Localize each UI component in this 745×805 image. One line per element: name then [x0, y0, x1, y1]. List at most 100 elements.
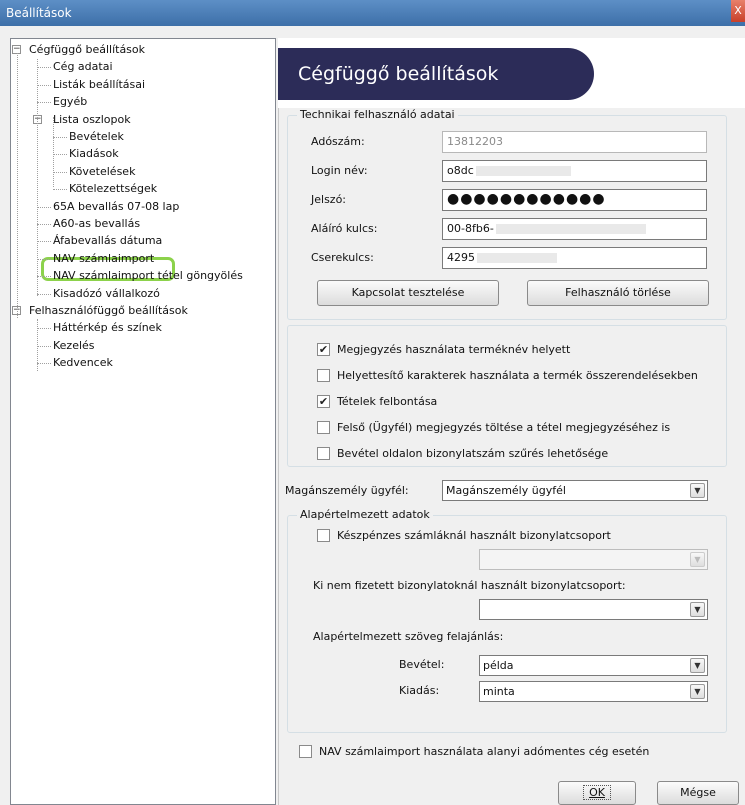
tree-item-afa[interactable]: Áfabevallás dátuma — [53, 232, 162, 249]
jelszo-field[interactable]: ●●●●●●●●●●●● — [442, 189, 707, 211]
redacted-blur — [495, 224, 646, 234]
felbontas-checkbox[interactable]: ✔ — [317, 395, 330, 408]
bevetel-value: példa — [483, 659, 514, 672]
window-titlebar: Beállítások X — [0, 0, 745, 26]
chevron-down-icon[interactable]: ▼ — [690, 552, 705, 567]
megjegyzes-label: Megjegyzés használata terméknév helyett — [337, 343, 571, 356]
settings-tree: Cégfüggő beállítások − Cég adatai Listák be… — [10, 38, 276, 805]
bevetel-select[interactable]: példa ▼ — [479, 655, 708, 676]
felso-label: Felső (Ügyfél) megjegyzés töltése a téte… — [337, 421, 671, 434]
login-value: o8dc — [447, 164, 474, 177]
keszpenz-select[interactable]: ▼ — [479, 549, 708, 570]
tree-item-lista-oszlopok[interactable]: Lista oszlopok — [53, 111, 131, 128]
tree-connector — [37, 276, 51, 278]
tree-connector — [37, 59, 38, 296]
tree-item-kovetelesek[interactable]: Követelések — [69, 163, 135, 180]
csere-label: Cserekulcs: — [311, 251, 374, 264]
chevron-down-icon[interactable]: ▼ — [690, 602, 705, 617]
ki-nem-label: Ki nem fizetett bizonylatoknál használt … — [313, 579, 626, 592]
helyettesito-label: Helyettesítő karakterek használata a ter… — [337, 369, 698, 382]
csere-value: 4295 — [447, 251, 475, 264]
close-button[interactable]: X — [731, 0, 745, 22]
felso-checkbox[interactable] — [317, 421, 330, 434]
tree-item-ceg-adatai[interactable]: Cég adatai — [53, 58, 113, 75]
tree-item-nav-gongyoles[interactable]: NAV számlaimport tétel göngyölés — [53, 267, 243, 284]
tree-item-label: Felhasználófüggő beállítások — [29, 304, 188, 317]
tree-connector — [53, 189, 67, 191]
tree-item-cegfuggo[interactable]: Cégfüggő beállítások — [29, 41, 145, 58]
tree-connector — [37, 67, 51, 69]
kiadas-value: minta — [483, 685, 515, 698]
tree-item-label: Kedvencek — [53, 356, 113, 370]
chevron-down-icon[interactable]: ▼ — [690, 658, 705, 673]
redacted-blur — [475, 166, 571, 176]
defaults-legend: Alapértelmezett adatok — [297, 508, 433, 521]
maganszemely-select[interactable]: Magánszemély ügyfél ▼ — [442, 480, 708, 501]
tree-item-label: Kiadások — [69, 147, 119, 161]
cancel-button[interactable]: Mégse — [657, 781, 739, 805]
kiadas-label: Kiadás: — [399, 684, 440, 697]
chevron-down-icon[interactable]: ▼ — [690, 483, 705, 498]
checkmark-icon: ✔ — [318, 395, 329, 408]
tree-item-label: Kötelezettségek — [69, 182, 158, 196]
tree-item-kiadasok[interactable]: Kiadások — [69, 145, 119, 162]
delete-user-button[interactable]: Felhasználó törlése — [527, 280, 709, 306]
csere-field[interactable]: 4295 — [442, 247, 707, 269]
tree-connector — [37, 363, 51, 365]
tree-item-kedvencek[interactable]: Kedvencek — [53, 354, 113, 371]
tree-item-label: 65A bevallás 07-08 lap — [53, 199, 180, 213]
tree-item-a60[interactable]: A60-as bevallás — [53, 215, 140, 232]
close-icon: X — [734, 4, 742, 17]
tree-item-label: Áfabevallás dátuma — [53, 234, 163, 248]
helyettesito-checkbox[interactable] — [317, 369, 330, 382]
login-label: Login név: — [311, 164, 368, 177]
bevetel-szures-checkbox[interactable] — [317, 447, 330, 460]
panel-content: Technikai felhasználó adatai Adószám: 13… — [278, 108, 745, 805]
tree-connector — [17, 53, 18, 318]
login-field[interactable]: o8dc — [442, 160, 707, 182]
tree-connector — [37, 345, 51, 347]
technical-user-legend: Technikai felhasználó adatai — [297, 108, 458, 121]
ki-nem-select[interactable]: ▼ — [479, 599, 708, 620]
tree-item-egyeb[interactable]: Egyéb — [53, 93, 87, 110]
tree-connector — [37, 319, 38, 371]
tree-item-kisadozo[interactable]: Kisadózó vállalkozó — [53, 285, 160, 302]
tree-item-65a[interactable]: 65A bevallás 07-08 lap — [53, 198, 179, 215]
tree-item-label: Bevételek — [69, 130, 124, 143]
maganszemely-label: Magánszemély ügyfél: — [285, 484, 409, 497]
redacted-blur — [477, 253, 557, 263]
maganszemely-value: Magánszemély ügyfél — [446, 484, 566, 497]
bevetel-szures-label: Bevétel oldalon bizonylatszám szűrés leh… — [337, 447, 609, 460]
tree-connector — [37, 84, 51, 86]
tree-item-listak[interactable]: Listák beállításai — [53, 76, 145, 93]
tree-item-kezeles[interactable]: Kezelés — [53, 337, 95, 354]
tree-item-bevetelek[interactable]: Bevételek — [69, 128, 124, 145]
alairo-field[interactable]: 00-8fb6- — [442, 218, 707, 240]
alairo-label: Aláíró kulcs: — [311, 222, 378, 235]
tree-item-kotelezettsegek[interactable]: Kötelezettségek — [69, 180, 157, 197]
ok-button[interactable]: OK — [558, 781, 636, 805]
megjegyzes-checkbox[interactable]: ✔ — [317, 343, 330, 356]
test-connection-button[interactable]: Kapcsolat tesztelése — [317, 280, 499, 306]
kiadas-select[interactable]: minta ▼ — [479, 681, 708, 702]
tree-item-label: Egyéb — [53, 95, 88, 109]
tree-item-nav-szamlaimport[interactable]: NAV számlaimport — [53, 250, 154, 267]
nav-alanyi-checkbox[interactable] — [299, 745, 312, 758]
tree-connector — [37, 258, 51, 260]
nav-alanyi-label: NAV számlaimport használata alanyi adóme… — [319, 745, 650, 758]
checkmark-icon: ✔ — [318, 343, 329, 356]
chevron-down-icon[interactable]: ▼ — [690, 684, 705, 699]
settings-panel: Cégfüggő beállítások Technikai felhaszná… — [278, 38, 745, 805]
szoveg-label: Alapértelmezett szöveg felajánlás: — [313, 630, 504, 643]
tree-item-felhasznalofuggo[interactable]: Felhasználófüggő beállítások — [29, 302, 188, 319]
panel-title: Cégfüggő beállítások — [278, 48, 594, 100]
tree-item-hatterkep[interactable]: Háttérkép és színek — [53, 319, 162, 336]
keszpenz-checkbox[interactable] — [317, 529, 330, 542]
ok-label: OK — [583, 785, 611, 800]
tree-item-label: Lista oszlopok — [53, 112, 131, 126]
tree-connector — [53, 117, 54, 187]
tree-connector — [37, 241, 51, 243]
tree-item-label: Kezelés — [53, 338, 95, 352]
adoszam-field[interactable]: 13812203 — [442, 131, 707, 153]
tree-connector — [37, 293, 51, 295]
